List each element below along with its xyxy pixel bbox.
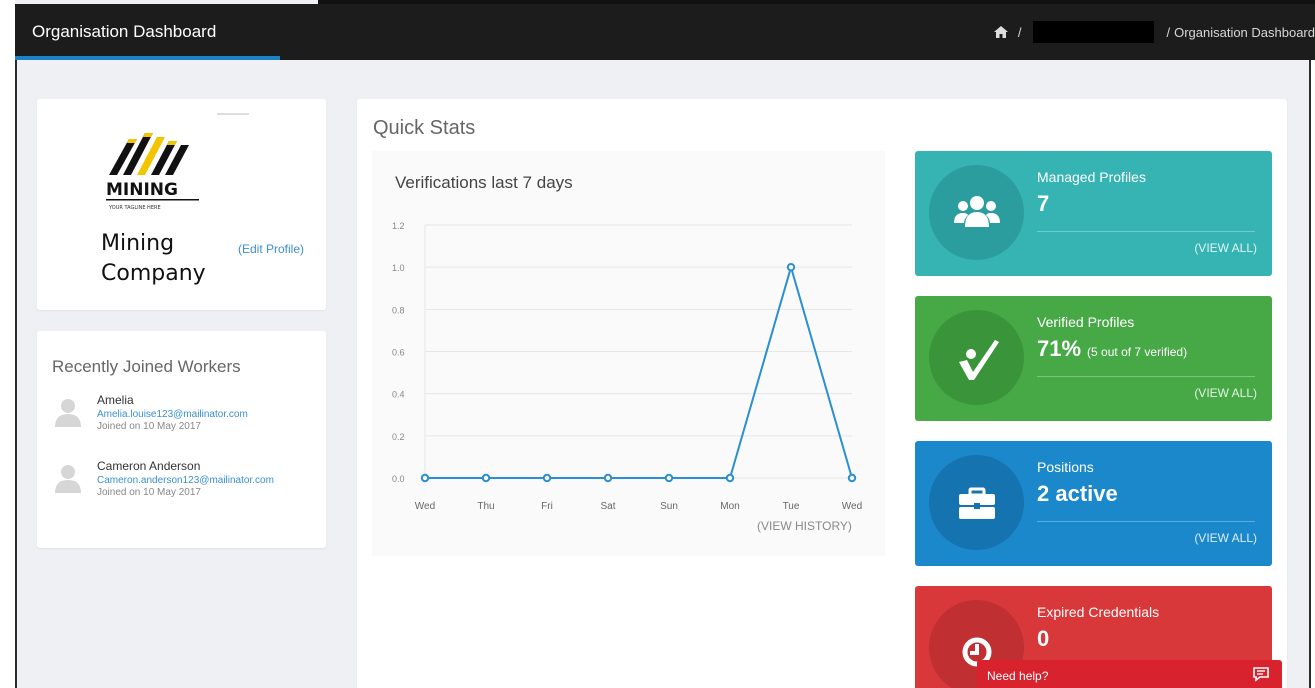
series-line xyxy=(425,263,853,479)
tile-value: 0 xyxy=(1037,626,1050,651)
active-tab-indicator xyxy=(15,56,280,60)
company-logo: MINING YOUR TAGLINE HERE xyxy=(89,111,289,223)
tile-value: 71% (5 out of 7 verified) xyxy=(1037,336,1187,362)
tile-value: 2 active xyxy=(1037,481,1118,506)
y-tick-label: 0.8 xyxy=(392,305,405,315)
breadcrumb-redacted-item xyxy=(1033,21,1155,43)
left-border xyxy=(15,60,17,688)
list-item[interactable]: Amelia Amelia.louise123@mailinator.com J… xyxy=(54,393,314,443)
divider xyxy=(1037,376,1255,377)
quick-stats-title: Quick Stats xyxy=(373,117,476,139)
y-tick-label: 0.0 xyxy=(392,474,405,484)
y-tick-label: 0.2 xyxy=(392,432,405,442)
data-point xyxy=(725,473,735,483)
need-help-bar[interactable]: Need help? xyxy=(977,660,1282,688)
tile-icon-circle xyxy=(929,165,1024,260)
positions-tile: Positions 2 active (VIEW ALL) xyxy=(915,441,1272,566)
workers-title: Recently Joined Workers xyxy=(52,357,241,376)
tile-label: Verified Profiles xyxy=(1037,314,1135,330)
verified-profiles-tile: Verified Profiles 71% (5 out of 7 verifie… xyxy=(915,296,1272,421)
x-tick-label: Sun xyxy=(660,501,678,512)
svg-text:YOUR TAGLINE HERE: YOUR TAGLINE HERE xyxy=(108,205,161,211)
chat-icon xyxy=(1253,667,1269,682)
managed-profiles-tile: Managed Profiles 7 (VIEW ALL) xyxy=(915,151,1272,276)
divider xyxy=(1037,521,1255,522)
checkmark-icon xyxy=(959,340,999,380)
home-icon[interactable] xyxy=(993,25,1009,39)
worker-email[interactable]: Amelia.louise123@mailinator.com xyxy=(97,409,248,420)
data-point xyxy=(847,473,857,483)
worker-email[interactable]: Cameron.anderson123@mailinator.com xyxy=(97,475,274,486)
y-tick-label: 1.2 xyxy=(392,221,405,231)
tile-value: 7 xyxy=(1037,191,1050,216)
worker-joined-date: Joined on 10 May 2017 xyxy=(97,421,201,432)
worker-joined-date: Joined on 10 May 2017 xyxy=(97,487,201,498)
users-icon xyxy=(954,196,1000,227)
data-point xyxy=(420,473,430,483)
tile-icon-circle xyxy=(929,455,1024,550)
verifications-chart-panel: Verifications last 7 days 0.0 0.2 0.4 0.6 0.… xyxy=(372,151,885,556)
need-help-label: Need help? xyxy=(987,669,1049,683)
breadcrumb-separator: / xyxy=(1166,24,1171,40)
x-tick-label: Tue xyxy=(783,501,800,512)
data-point xyxy=(603,473,613,483)
x-tick-label: Sat xyxy=(600,501,615,512)
view-all-managed-link[interactable]: (VIEW ALL) xyxy=(1194,241,1257,255)
verifications-line-chart: 0.0 0.2 0.4 0.6 0.8 1.0 1.2 Wed Thu Fri Sat Sun Mon T… xyxy=(392,221,862,512)
profile-card: MINING YOUR TAGLINE HERE Mining Company … xyxy=(37,99,326,310)
divider xyxy=(1037,231,1255,232)
breadcrumb-separator: / xyxy=(1017,24,1022,40)
briefcase-icon xyxy=(959,487,995,519)
x-tick-label: Wed xyxy=(415,501,435,512)
edit-profile-link[interactable]: (Edit Profile) xyxy=(238,242,304,256)
data-point xyxy=(664,473,674,483)
data-point xyxy=(786,262,796,272)
y-tick-label: 0.4 xyxy=(392,390,405,400)
recent-workers-card: Recently Joined Workers Amelia Amelia.lo… xyxy=(37,331,326,548)
tile-label: Expired Credentials xyxy=(1037,604,1160,620)
breadcrumb: / / Organisation Dashboard xyxy=(993,4,1315,60)
avatar xyxy=(55,399,81,427)
tile-label: Positions xyxy=(1037,459,1094,475)
view-history-link[interactable]: (VIEW HISTORY) xyxy=(757,519,852,533)
worker-name: Cameron Anderson xyxy=(97,459,201,473)
company-name: Mining Company xyxy=(59,229,239,289)
tile-icon-circle xyxy=(929,310,1024,405)
x-tick-label: Fri xyxy=(541,501,553,512)
list-item[interactable]: Cameron Anderson Cameron.anderson123@mai… xyxy=(54,459,314,509)
verified-note: (5 out of 7 verified) xyxy=(1087,345,1188,359)
x-tick-label: Wed xyxy=(842,501,862,512)
x-tick-label: Mon xyxy=(720,501,739,512)
svg-text:MINING: MINING xyxy=(106,180,178,200)
breadcrumb-current: Organisation Dashboard xyxy=(1174,24,1315,40)
top-header: Organisation Dashboard / / Organisation … xyxy=(15,4,1315,60)
left-margin xyxy=(0,0,15,688)
data-point xyxy=(542,473,552,483)
right-border xyxy=(1309,60,1311,688)
y-tick-label: 0.6 xyxy=(392,348,405,358)
tile-label: Managed Profiles xyxy=(1037,169,1146,185)
x-tick-label: Thu xyxy=(477,501,494,512)
verified-percent: 71% xyxy=(1037,336,1082,361)
worker-name: Amelia xyxy=(97,393,134,407)
avatar xyxy=(55,465,81,493)
y-tick-label: 1.0 xyxy=(392,263,405,273)
view-all-verified-link[interactable]: (VIEW ALL) xyxy=(1194,386,1257,400)
data-point xyxy=(481,473,491,483)
page-title: Organisation Dashboard xyxy=(32,22,217,41)
view-all-positions-link[interactable]: (VIEW ALL) xyxy=(1194,531,1257,545)
quick-stats-card: Quick Stats Verifications last 7 days 0.… xyxy=(357,99,1287,688)
